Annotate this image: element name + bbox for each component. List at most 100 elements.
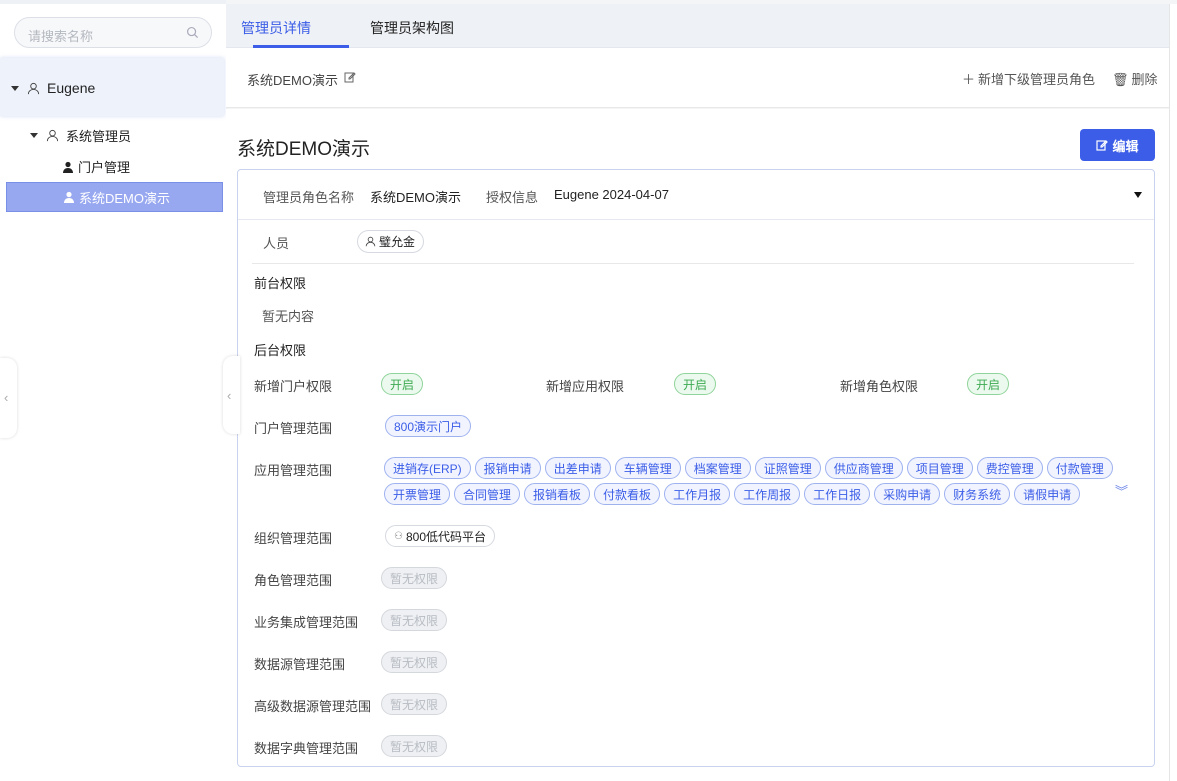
divider (252, 263, 1134, 264)
app-scope-tag: 报销看板 (524, 483, 591, 505)
perm-add-app-label: 新增应用权限 (546, 379, 625, 394)
tree-node-group[interactable]: 系统管理员 (30, 126, 131, 145)
admin-user-icon (64, 191, 74, 203)
chevron-left-icon: ‹ (227, 388, 232, 403)
search-placeholder: 请搜索名称 (28, 29, 94, 44)
org-scope-label: 组织管理范围 (254, 531, 333, 546)
app-scope-tag: 项目管理 (906, 457, 973, 479)
app-scope-tag: 费控管理 (976, 457, 1043, 479)
app-scope-tag: 付款管理 (1046, 457, 1113, 479)
tab-admin-architecture[interactable]: 管理员架构图 (370, 18, 454, 38)
user-icon (365, 236, 376, 247)
user-icon (27, 82, 40, 94)
app-scope-tag: 请假申请 (1014, 483, 1081, 505)
detail-content: 系统DEMO演示 编辑 管理员角色名称 系统DEMO演示 授权信息 Eugene… (226, 109, 1177, 781)
app-scope-tag: 工作周报 (734, 483, 801, 505)
tree-node-root-label: Eugene (47, 80, 96, 96)
delete-button[interactable]: 🗑 删除 (1112, 69, 1158, 88)
role-name-value: 系统DEMO演示 (370, 190, 462, 205)
edit-button-label: 编辑 (1112, 138, 1139, 154)
plus-icon: ＋ (962, 72, 976, 87)
role-scope-none: 暂无权限 (381, 567, 448, 589)
org-icon: ⚇ (394, 530, 403, 542)
app-scope-tag: 出差申请 (544, 457, 611, 479)
tree-node-portal[interactable]: 门户管理 (62, 157, 130, 176)
perm-add-portal-badge: 开启 (381, 373, 424, 395)
ds-scope-none: 暂无权限 (381, 651, 448, 673)
edit-icon (1096, 140, 1109, 151)
person-name: 璧允金 (379, 235, 416, 249)
org-scope-tag: ⚇ 800低代码平台 (385, 525, 495, 547)
back-perm-title: 后台权限 (254, 343, 307, 358)
org-scope-value: 800低代码平台 (405, 529, 486, 544)
adv-ds-scope-label: 高级数据源管理范围 (254, 699, 372, 714)
app-window: 请搜索名称 Eugene 系统管理员 门户管理 系统DEMO演示 ‹ ‹ 管理员… (0, 0, 1177, 781)
expand-caret-icon[interactable] (11, 85, 19, 91)
expand-more-icon[interactable]: ︾ (1115, 485, 1128, 498)
role-scope-label: 角色管理范围 (254, 573, 333, 588)
auth-info-label: 授权信息 (486, 190, 539, 205)
tab-admin-details[interactable]: 管理员详情 (241, 18, 311, 38)
search-icon[interactable] (186, 26, 199, 39)
add-sub-role-button[interactable]: ＋新增下级管理员角色 (962, 69, 1095, 88)
user-icon (46, 129, 59, 142)
app-scope-tag: 工作日报 (804, 483, 871, 505)
app-scope-tag: 车辆管理 (614, 457, 681, 479)
app-scope-tag: 财务系统 (944, 483, 1011, 505)
admin-user-icon (63, 161, 73, 173)
page-title: 系统DEMO演示 (237, 139, 371, 160)
app-scope-tag: 工作月报 (664, 483, 731, 505)
tree-node-root[interactable]: Eugene (11, 80, 95, 96)
add-sub-role-label: 新增下级管理员角色 (978, 72, 1096, 87)
app-scope-row-2: 开票管理 合同管理 报销看板 付款看板 工作月报 工作周报 工作日报 采购申请 财务系统 请假申请 (384, 483, 1081, 505)
app-scope-label: 应用管理范围 (254, 463, 333, 478)
adv-ds-scope-none: 暂无权限 (381, 693, 448, 715)
app-scope-tag: 供应商管理 (824, 457, 903, 479)
app-scope-tag: 开票管理 (384, 483, 451, 505)
app-scope-tag: 档案管理 (684, 457, 751, 479)
front-perm-empty: 暂无内容 (262, 309, 315, 324)
person-label: 人员 (263, 236, 290, 251)
collapse-panel-handle[interactable]: ‹ (223, 356, 240, 434)
app-scope-tag: 进销存(ERP) (384, 457, 471, 479)
perm-add-role-label: 新增角色权限 (840, 379, 919, 394)
role-card: 管理员角色名称 系统DEMO演示 授权信息 Eugene 2024-04-07 … (237, 169, 1155, 767)
tree-node-demo-selected[interactable]: 系统DEMO演示 (6, 182, 223, 212)
collapse-sidebar-handle[interactable]: ‹ (0, 358, 17, 438)
auth-info-value: Eugene 2024-04-07 (554, 187, 669, 202)
expand-caret-icon[interactable] (30, 133, 38, 138)
app-scope-tag: 证照管理 (754, 457, 821, 479)
tab-bar: 管理员详情 管理员架构图 (226, 4, 1177, 48)
portal-scope-label: 门户管理范围 (254, 421, 333, 436)
edit-title-icon[interactable] (344, 71, 356, 83)
chevron-left-icon: ‹ (4, 390, 9, 405)
collapse-card-caret-icon[interactable] (1134, 192, 1142, 198)
app-scope-tag: 合同管理 (454, 483, 521, 505)
edit-button[interactable]: 编辑 (1080, 129, 1155, 161)
person-tag[interactable]: 璧允金 (357, 230, 425, 253)
biz-scope-none: 暂无权限 (381, 609, 448, 631)
search-input[interactable]: 请搜索名称 (14, 17, 212, 48)
dict-scope-none: 暂无权限 (381, 735, 448, 757)
ds-scope-label: 数据源管理范围 (254, 657, 346, 672)
sidebar: 请搜索名称 Eugene 系统管理员 门户管理 系统DEMO演示 ‹ (0, 0, 226, 781)
role-card-header[interactable]: 管理员角色名称 系统DEMO演示 授权信息 Eugene 2024-04-07 (238, 170, 1154, 220)
perm-add-app-badge: 开启 (674, 373, 717, 395)
tree-node-group-label: 系统管理员 (66, 129, 132, 144)
role-name-label: 管理员角色名称 (263, 190, 355, 205)
perm-add-role-badge: 开启 (967, 373, 1010, 395)
header-title: 系统DEMO演示 (247, 73, 339, 88)
front-perm-title: 前台权限 (254, 276, 307, 291)
tree-node-demo-label: 系统DEMO演示 (79, 190, 171, 206)
scrollbar[interactable] (1169, 4, 1177, 781)
app-scope-tag: 报销申请 (474, 457, 541, 479)
dict-scope-label: 数据字典管理范围 (254, 741, 359, 756)
perm-add-portal-label: 新增门户权限 (254, 379, 333, 394)
app-scope-tag: 付款看板 (594, 483, 661, 505)
portal-scope-tag: 800演示门户 (385, 415, 472, 437)
trash-icon: 🗑 (1112, 72, 1129, 87)
app-scope-row-1: 进销存(ERP) 报销申请 出差申请 车辆管理 档案管理 证照管理 供应商管理 项目管理 费控管… (384, 457, 1113, 479)
app-scope-tag: 采购申请 (874, 483, 941, 505)
biz-scope-label: 业务集成管理范围 (254, 615, 359, 630)
detail-header: 系统DEMO演示 ＋新增下级管理员角色 🗑 删除 (226, 48, 1177, 108)
